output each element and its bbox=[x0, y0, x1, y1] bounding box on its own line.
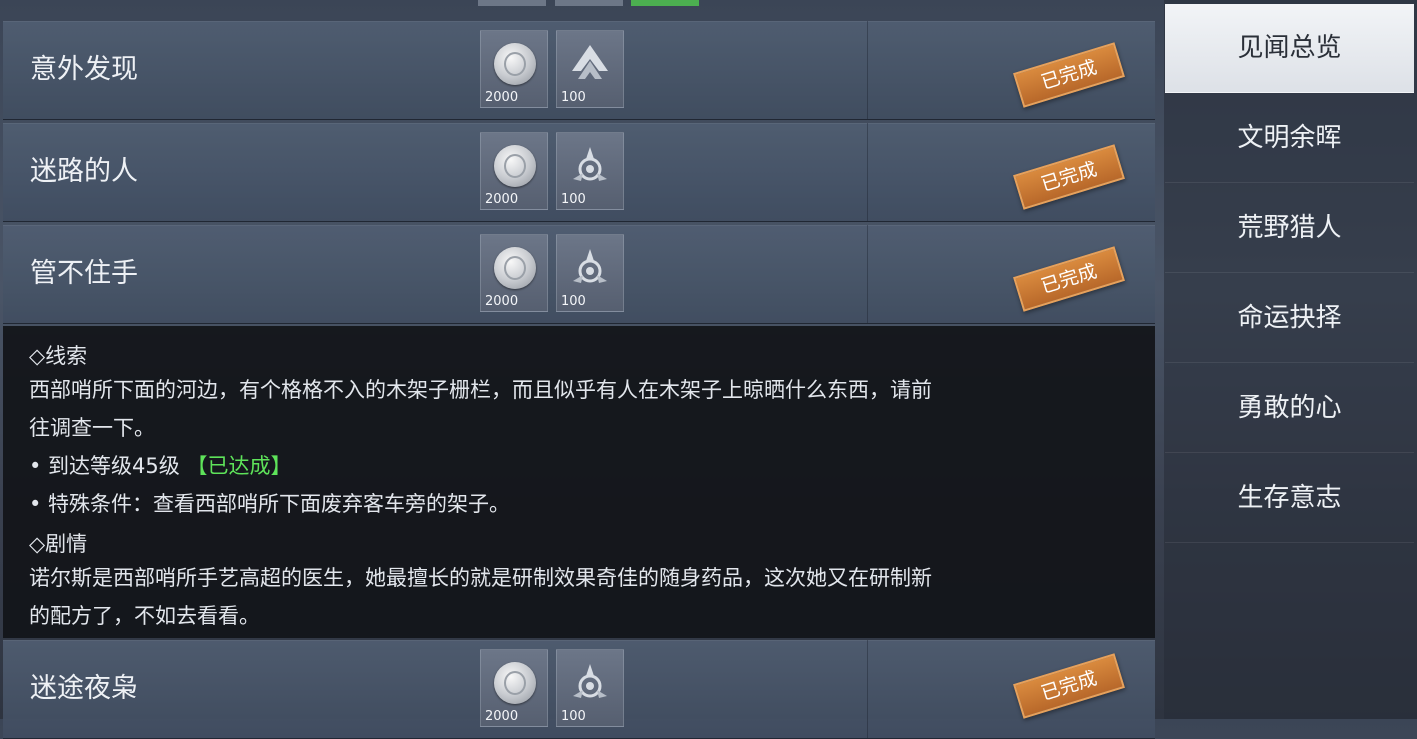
reward-qty: 100 bbox=[561, 192, 586, 207]
silver-coin-icon bbox=[494, 145, 536, 187]
requirement-label: • 到达等级45级 bbox=[29, 454, 180, 478]
reward-item[interactable]: 2000 bbox=[480, 234, 548, 312]
tab-overview[interactable]: 见闻总览 bbox=[1165, 4, 1414, 93]
reward-item[interactable]: 100 bbox=[556, 30, 624, 108]
reward-item[interactable]: 100 bbox=[556, 649, 624, 727]
reward-item[interactable]: 2000 bbox=[480, 649, 548, 727]
quest-title: 管不住手 bbox=[30, 258, 138, 289]
tab-brave-heart[interactable]: 勇敢的心 bbox=[1165, 364, 1414, 453]
story-text-line: 诺尔斯是西部哨所手艺高超的医生，她最擅长的就是研制效果奇佳的随身药品，这次她又在… bbox=[29, 566, 932, 590]
clue-text-line: 西部哨所下面的河边，有个格格不入的木架子栅栏，而且似乎有人在木架子上晾晒什么东西… bbox=[29, 378, 932, 402]
tab-fate-choice[interactable]: 命运抉择 bbox=[1165, 274, 1414, 363]
requirement-level: • 到达等级45级 【已达成】 bbox=[29, 450, 291, 480]
quest-row[interactable]: 迷途夜枭 2000 100 已完成 bbox=[3, 640, 1155, 739]
requirement-status: 【已达成】 bbox=[186, 454, 292, 478]
reward-qty: 100 bbox=[561, 90, 586, 105]
reward-qty: 2000 bbox=[485, 90, 519, 105]
quest-row[interactable]: 迷路的人 2000 100 已完成 bbox=[3, 123, 1155, 222]
clue-heading: ◇线索 bbox=[29, 344, 88, 368]
completed-stamp: 已完成 bbox=[1013, 653, 1125, 719]
reward-qty: 2000 bbox=[485, 294, 519, 309]
silver-coin-icon bbox=[494, 247, 536, 289]
tab-survival-will[interactable]: 生存意志 bbox=[1165, 454, 1414, 543]
reward-item[interactable]: 100 bbox=[556, 132, 624, 210]
quest-title: 迷途夜枭 bbox=[30, 673, 138, 704]
reward-qty: 2000 bbox=[485, 192, 519, 207]
silver-coin-icon bbox=[494, 43, 536, 85]
requirement-special: • 特殊条件：查看西部哨所下面废弃客车旁的架子。 bbox=[29, 492, 511, 516]
reward-qty: 100 bbox=[561, 294, 586, 309]
tripod-emblem-icon bbox=[573, 147, 607, 181]
story-text-line: 的配方了，不如去看看。 bbox=[29, 604, 260, 628]
quest-row[interactable]: 意外发现 2000 100 已完成 bbox=[3, 21, 1155, 120]
reward-item[interactable]: 2000 bbox=[480, 132, 548, 210]
tab-civilization[interactable]: 文明余晖 bbox=[1165, 94, 1414, 183]
category-sidebar: 见闻总览 文明余晖 荒野猎人 命运抉择 勇敢的心 生存意志 bbox=[1164, 0, 1417, 719]
reward-item[interactable]: 2000 bbox=[480, 30, 548, 108]
quest-detail-panel: ◇线索 西部哨所下面的河边，有个格格不入的木架子栅栏，而且似乎有人在木架子上晾晒… bbox=[3, 326, 1155, 638]
completed-stamp: 已完成 bbox=[1013, 144, 1125, 210]
clue-text-line: 往调查一下。 bbox=[29, 416, 155, 440]
silver-coin-icon bbox=[494, 662, 536, 704]
completed-stamp: 已完成 bbox=[1013, 246, 1125, 312]
quest-row[interactable]: 管不住手 2000 100 已完成 bbox=[3, 225, 1155, 324]
quest-list: 意外发现 2000 100 已完成 迷路的人 2000 100 已完成 管不住手… bbox=[0, 0, 1158, 739]
reward-item[interactable]: 100 bbox=[556, 234, 624, 312]
quest-title: 迷路的人 bbox=[30, 156, 138, 187]
quest-title: 意外发现 bbox=[30, 54, 138, 85]
reward-qty: 100 bbox=[561, 709, 586, 724]
reward-qty: 2000 bbox=[485, 709, 519, 724]
tab-wild-hunter[interactable]: 荒野猎人 bbox=[1165, 184, 1414, 273]
tripod-emblem-icon bbox=[573, 664, 607, 698]
tripod-emblem-icon bbox=[573, 249, 607, 283]
completed-stamp: 已完成 bbox=[1013, 42, 1125, 108]
wing-emblem-icon bbox=[572, 45, 608, 79]
story-heading: ◇剧情 bbox=[29, 532, 88, 556]
